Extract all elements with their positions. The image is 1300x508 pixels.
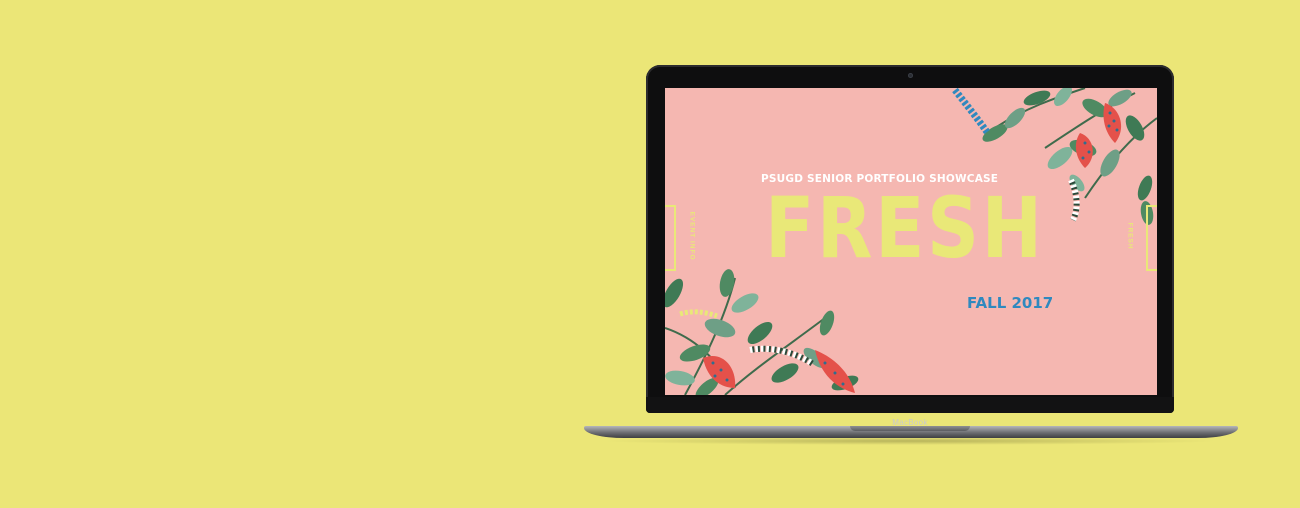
date-label: FALL 2017 [967, 294, 1054, 312]
left-nav-bracket [665, 205, 676, 271]
laptop-shadow [600, 437, 1220, 445]
camera-icon [908, 73, 913, 78]
bottom-left-foliage [665, 269, 859, 395]
event-info-link[interactable]: EVENT INFO [689, 211, 696, 260]
right-nav-bracket [1146, 205, 1157, 271]
fresh-link[interactable]: FRESH [1127, 222, 1134, 249]
device-label: MacBook [892, 418, 928, 427]
laptop-screen: EVENT INFO FRESH PSUGD SENIOR PORTFOLIO … [665, 88, 1157, 395]
laptop-chin [646, 397, 1174, 413]
fresh-title: FRESH [765, 179, 1045, 277]
